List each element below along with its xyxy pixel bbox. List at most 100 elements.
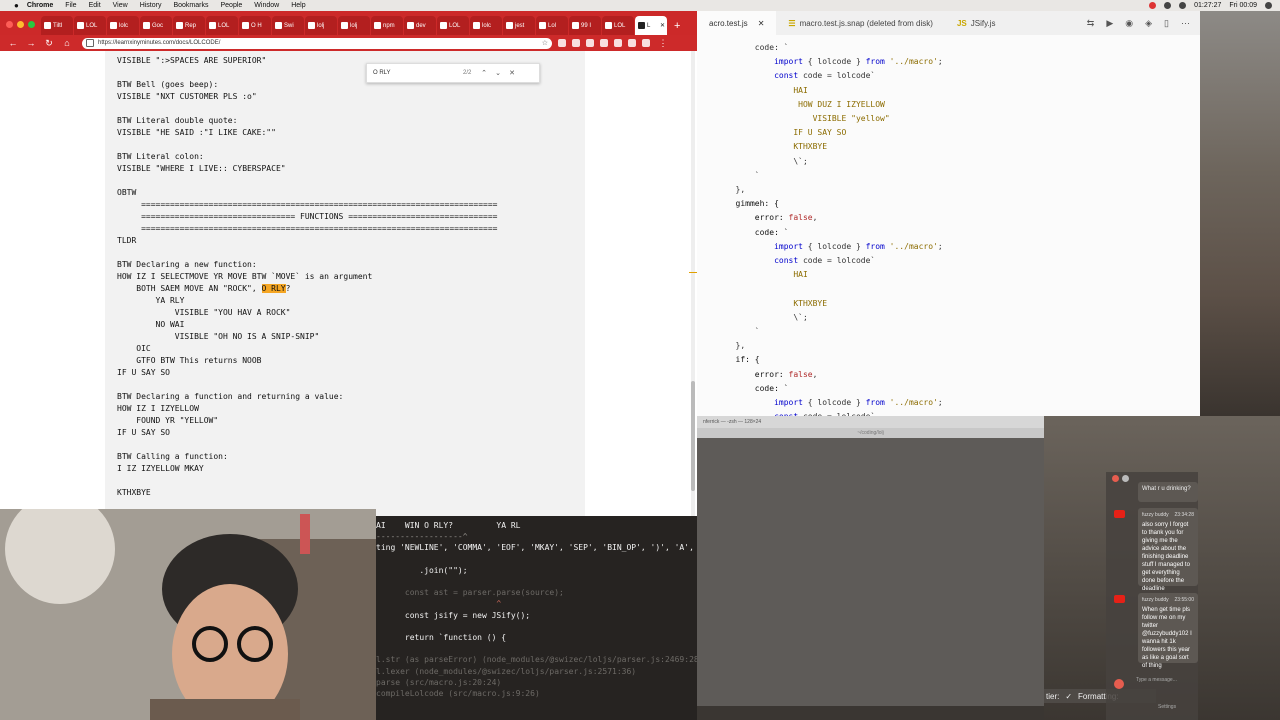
minimize-window-button[interactable]	[17, 21, 24, 28]
extension-icon[interactable]	[642, 39, 650, 47]
find-next-icon[interactable]: ⌄	[491, 69, 505, 77]
editor-code[interactable]: code: ` import { lolcode } from '../macr…	[697, 41, 943, 416]
favicon-icon	[176, 22, 183, 29]
maximize-window-button[interactable]	[28, 21, 35, 28]
reload-button[interactable]: ↻	[44, 38, 54, 49]
browser-tab[interactable]: 99 I	[569, 16, 601, 35]
console-line: l.lexer (node_modules/@swizec/loljs/pars…	[376, 666, 637, 676]
menu-window[interactable]: Window	[254, 2, 279, 9]
find-close-icon[interactable]: ✕	[505, 69, 519, 77]
extension-icon[interactable]	[600, 39, 608, 47]
battery-icon[interactable]	[1179, 2, 1187, 9]
browser-tab[interactable]: O H	[239, 16, 271, 35]
code-line: IF U SAY SO	[117, 368, 170, 377]
forward-button[interactable]: →	[26, 38, 36, 48]
live-chat-overlay: What r u drinking? fuzzy buddy 23:34:28 a…	[1106, 472, 1198, 720]
terminal-titlebar: nferrick — -zsh — 128×24	[697, 416, 1044, 428]
code-line: BTW Calling a function:	[117, 452, 228, 461]
browser-tab[interactable]: lolj	[305, 16, 337, 35]
find-input[interactable]: O RLY	[373, 70, 463, 76]
record-icon[interactable]	[1149, 2, 1157, 9]
code-line: OBTW	[117, 188, 137, 197]
code-line: HOW IZ I IZYELLOW	[117, 404, 199, 413]
home-button[interactable]: ⌂	[62, 38, 72, 48]
spotlight-icon[interactable]	[1265, 2, 1272, 9]
favicon-icon	[506, 22, 513, 29]
close-window-button[interactable]	[6, 21, 13, 28]
code-line: BTW Declaring a new function:	[117, 260, 257, 269]
editor-tab-jsify[interactable]: JS JSify.js	[945, 19, 1008, 28]
menu-edit[interactable]: Edit	[89, 2, 101, 9]
menubar-clock[interactable]: 01:27:27	[1194, 2, 1221, 9]
scrollbar-thumb[interactable]	[691, 381, 695, 491]
code-line: FOUND YR "YELLOW"	[117, 416, 219, 425]
menu-bookmarks[interactable]: Bookmarks	[173, 2, 208, 9]
menu-file[interactable]: File	[65, 2, 76, 9]
browser-tab[interactable]: Tiltl	[41, 16, 73, 35]
menu-history[interactable]: History	[140, 2, 162, 9]
browser-tab[interactable]: Goc	[140, 16, 172, 35]
editor-tab-macro-test[interactable]: acro.test.js ✕	[697, 11, 777, 35]
wifi-icon[interactable]	[1164, 2, 1172, 9]
browser-tab-active[interactable]: L ✕	[635, 16, 667, 35]
bookmark-star-icon[interactable]: ☆	[542, 39, 548, 47]
chat-input[interactable]: Type a message...	[1136, 677, 1194, 689]
code-line: VISIBLE "WHERE I LIVE:: CYBERSPACE"	[117, 164, 286, 173]
browser-tab[interactable]: lolc	[470, 16, 502, 35]
browser-tab[interactable]: Rep	[173, 16, 205, 35]
browser-tab[interactable]: LOL	[74, 16, 106, 35]
extension-icon[interactable]	[628, 39, 636, 47]
chat-dot-icon	[1112, 475, 1119, 482]
find-previous-icon[interactable]: ⌃	[477, 69, 491, 77]
run-icon[interactable]: ▶	[1106, 18, 1113, 29]
js-file-icon: JS	[956, 18, 967, 28]
back-button[interactable]: ←	[8, 38, 18, 48]
console-line: ^	[376, 599, 502, 609]
browser-tab[interactable]: LOL	[437, 16, 469, 35]
favicon-icon	[473, 22, 480, 29]
browser-tab[interactable]: npm	[371, 16, 403, 35]
status-tier[interactable]: tier:	[1046, 692, 1059, 701]
chat-settings[interactable]: Settings	[1158, 704, 1176, 710]
menubar-date[interactable]: Fri 00:09	[1229, 2, 1257, 9]
browser-tab[interactable]: jest	[503, 16, 535, 35]
editor-tab-snap[interactable]: ☰ macro.test.js.snap (deleted from disk)	[776, 19, 945, 28]
code-line: KTHXBYE	[117, 488, 151, 497]
git-icon[interactable]: ◈	[1145, 18, 1152, 29]
split-compare-icon[interactable]: ⇆	[1087, 18, 1095, 29]
console-line: AI WIN O RLY? YA RL	[376, 521, 521, 530]
split-editor-icon[interactable]: ▯	[1164, 18, 1169, 29]
browser-tab[interactable]: dev	[404, 16, 436, 35]
page-scrollbar[interactable]	[691, 51, 695, 525]
browser-tab[interactable]: lolc	[107, 16, 139, 35]
browser-tab[interactable]: lolj	[338, 16, 370, 35]
favicon-icon	[308, 22, 315, 29]
file-type-icon: ☰	[788, 18, 796, 28]
close-tab-icon[interactable]: ✕	[660, 22, 665, 29]
webcam-feed	[0, 509, 376, 720]
extension-icon[interactable]	[558, 39, 566, 47]
close-tab-icon[interactable]: ✕	[758, 19, 765, 28]
apple-icon[interactable]: ●	[14, 1, 19, 10]
code-line: BTW Literal double quote:	[117, 116, 238, 125]
extension-icon[interactable]	[572, 39, 580, 47]
new-tab-button[interactable]: +	[674, 20, 680, 32]
extension-icon[interactable]	[586, 39, 594, 47]
browser-tab[interactable]: Swi	[272, 16, 304, 35]
menu-app-name[interactable]: Chrome	[27, 2, 53, 9]
browser-tab[interactable]: LOL	[602, 16, 634, 35]
browser-tab[interactable]: LOL	[206, 16, 238, 35]
menu-view[interactable]: View	[113, 2, 128, 9]
code-line: ========================================…	[117, 224, 498, 233]
menu-people[interactable]: People	[220, 2, 242, 9]
more-actions-icon[interactable]: ⋯	[1181, 18, 1190, 29]
browser-tab[interactable]: Lol	[536, 16, 568, 35]
extension-icon[interactable]	[614, 39, 622, 47]
code-line: YA RLY	[117, 296, 185, 305]
preview-icon[interactable]: ◉	[1125, 18, 1133, 29]
address-bar[interactable]: https://learnxinyminutes.com/docs/LOLCOD…	[82, 37, 552, 49]
chrome-menu-icon[interactable]: ⋮	[658, 38, 668, 49]
menu-help[interactable]: Help	[291, 2, 305, 9]
chat-message: fuzzy buddy 23:55:00 When get time pls fo…	[1138, 593, 1198, 669]
favicon-icon	[440, 22, 447, 29]
